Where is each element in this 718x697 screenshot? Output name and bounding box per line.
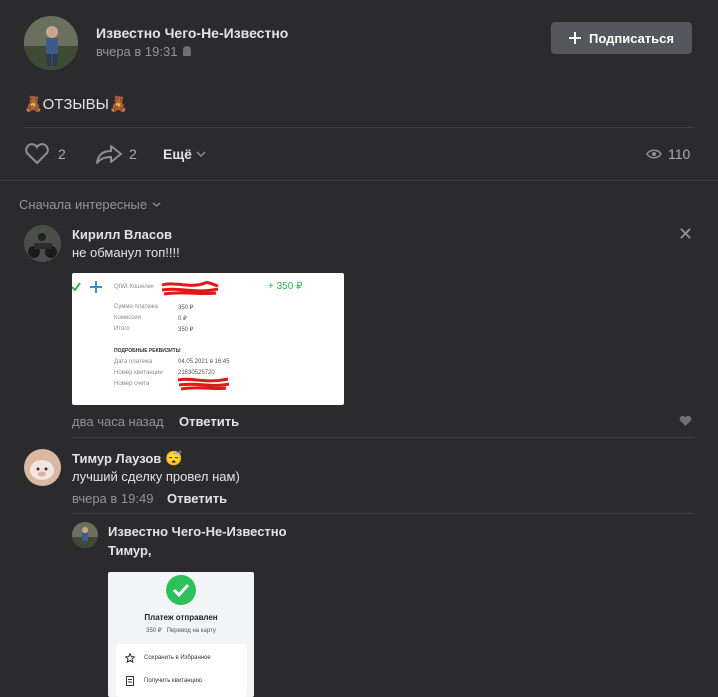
reply-button[interactable]: Ответить xyxy=(167,491,227,506)
receipt-row-key: Итого xyxy=(114,326,130,332)
receipt-detail-key: Номер счета xyxy=(114,381,150,387)
receipt-row-value: 350 ₽ xyxy=(178,327,194,333)
chevron-down-icon xyxy=(152,202,161,207)
plus-icon xyxy=(90,281,102,293)
like-button[interactable]: 2 xyxy=(24,143,66,165)
views-count: 110 xyxy=(668,146,691,162)
reply-attachment-image[interactable]: Платеж отправлен 350 ₽ Перевод на карту … xyxy=(108,572,254,697)
post-divider xyxy=(24,127,694,128)
comment-text: не обманул топ!!!! xyxy=(72,245,180,260)
post-time[interactable]: вчера в 19:31 xyxy=(96,44,192,59)
redaction-scribble xyxy=(161,281,219,296)
receipt-detail-key: Дата платежа xyxy=(114,359,153,365)
heart-icon xyxy=(25,143,49,165)
receipt-detail-key: Номер квитанции xyxy=(114,370,163,376)
share-icon xyxy=(96,145,122,164)
star-icon xyxy=(125,653,135,663)
chevron-down-icon xyxy=(196,151,206,158)
eye-icon xyxy=(646,149,662,159)
comment-author[interactable]: Тимур Лаузов 😴 xyxy=(72,450,183,467)
redaction-scribble xyxy=(177,377,230,391)
sort-label: Сначала интересные xyxy=(19,197,148,212)
receipt-action-get-receipt: Получить квитанцию xyxy=(144,678,202,684)
more-dropdown[interactable]: Ещё xyxy=(163,146,206,162)
plus-icon xyxy=(568,32,581,44)
receipt-row-key: Комиссия xyxy=(114,315,141,321)
comment-text: лучший сделку провел нам) xyxy=(72,469,240,484)
sort-dropdown[interactable]: Сначала интересные xyxy=(19,197,161,212)
post-author-avatar[interactable] xyxy=(24,16,78,70)
heart-icon[interactable] xyxy=(679,415,692,427)
more-label: Ещё xyxy=(163,146,192,162)
receipt-title: Платеж отправлен xyxy=(144,613,218,622)
check-icon xyxy=(72,282,81,292)
comment-author-avatar[interactable] xyxy=(24,449,61,486)
receipt-detail-value: 04.05.2021 в 16:45 xyxy=(178,359,230,365)
like-count: 2 xyxy=(58,146,66,162)
views-counter: 110 xyxy=(646,146,690,162)
receipt-row-value: 0 ₽ xyxy=(178,316,187,322)
reply-button[interactable]: Ответить xyxy=(179,414,239,429)
receipt-action-save: Сохранить в Избранное xyxy=(144,655,211,661)
avatar-photo-icon xyxy=(24,225,61,262)
comment-author-avatar[interactable] xyxy=(24,225,61,262)
comment-divider xyxy=(72,437,694,438)
receipt-amount: + 350 ₽ xyxy=(268,281,303,292)
avatar-photo-icon xyxy=(24,449,61,486)
close-icon[interactable]: ✕ xyxy=(678,225,693,243)
check-circle-icon xyxy=(166,575,196,605)
post-author-name[interactable]: Известно Чего-Не-Известно xyxy=(96,25,288,41)
avatar-photo-icon xyxy=(72,522,98,548)
receipt-subtitle: 350 ₽ Перевод на карту xyxy=(146,628,216,634)
comment-divider xyxy=(72,513,694,514)
sleeping-emoji-icon: 😴 xyxy=(165,450,183,466)
reply-author-avatar[interactable] xyxy=(72,522,98,548)
comment-time[interactable]: вчера в 19:49 xyxy=(72,491,153,506)
actions-divider xyxy=(0,180,718,181)
share-count: 2 xyxy=(129,146,137,162)
wallet-label: QIWI Кошелек xyxy=(114,284,154,290)
receipt-row-value: 350 ₽ xyxy=(178,305,194,311)
receipt-row-key: Сумма платежа xyxy=(114,304,158,310)
comment-attachment-image[interactable]: QIWI Кошелек + 350 ₽ Сумма платежа 350 ₽… xyxy=(72,273,344,405)
reply-author-name[interactable]: Известно Чего-Не-Известно xyxy=(108,524,287,539)
document-icon xyxy=(126,676,134,686)
avatar-photo-icon xyxy=(24,16,78,70)
post-time-text: вчера в 19:31 xyxy=(96,44,178,59)
receipt-actions-card xyxy=(116,644,247,697)
comment-time[interactable]: два часа назад xyxy=(72,414,164,429)
reply-text: Тимур, xyxy=(108,543,152,558)
subscribe-button[interactable]: Подписаться xyxy=(551,22,692,54)
receipt-details-title: ПОДРОБНЫЕ РЕКВИЗИТЫ xyxy=(114,348,181,354)
comment-author-name: Тимур Лаузов xyxy=(72,451,162,466)
android-icon xyxy=(183,45,192,56)
post-text: 🧸ОТЗЫВЫ🧸 xyxy=(24,96,128,113)
subscribe-label: Подписаться xyxy=(588,30,674,46)
share-button[interactable]: 2 xyxy=(95,143,137,165)
comment-author-name[interactable]: Кирилл Власов xyxy=(72,227,172,242)
